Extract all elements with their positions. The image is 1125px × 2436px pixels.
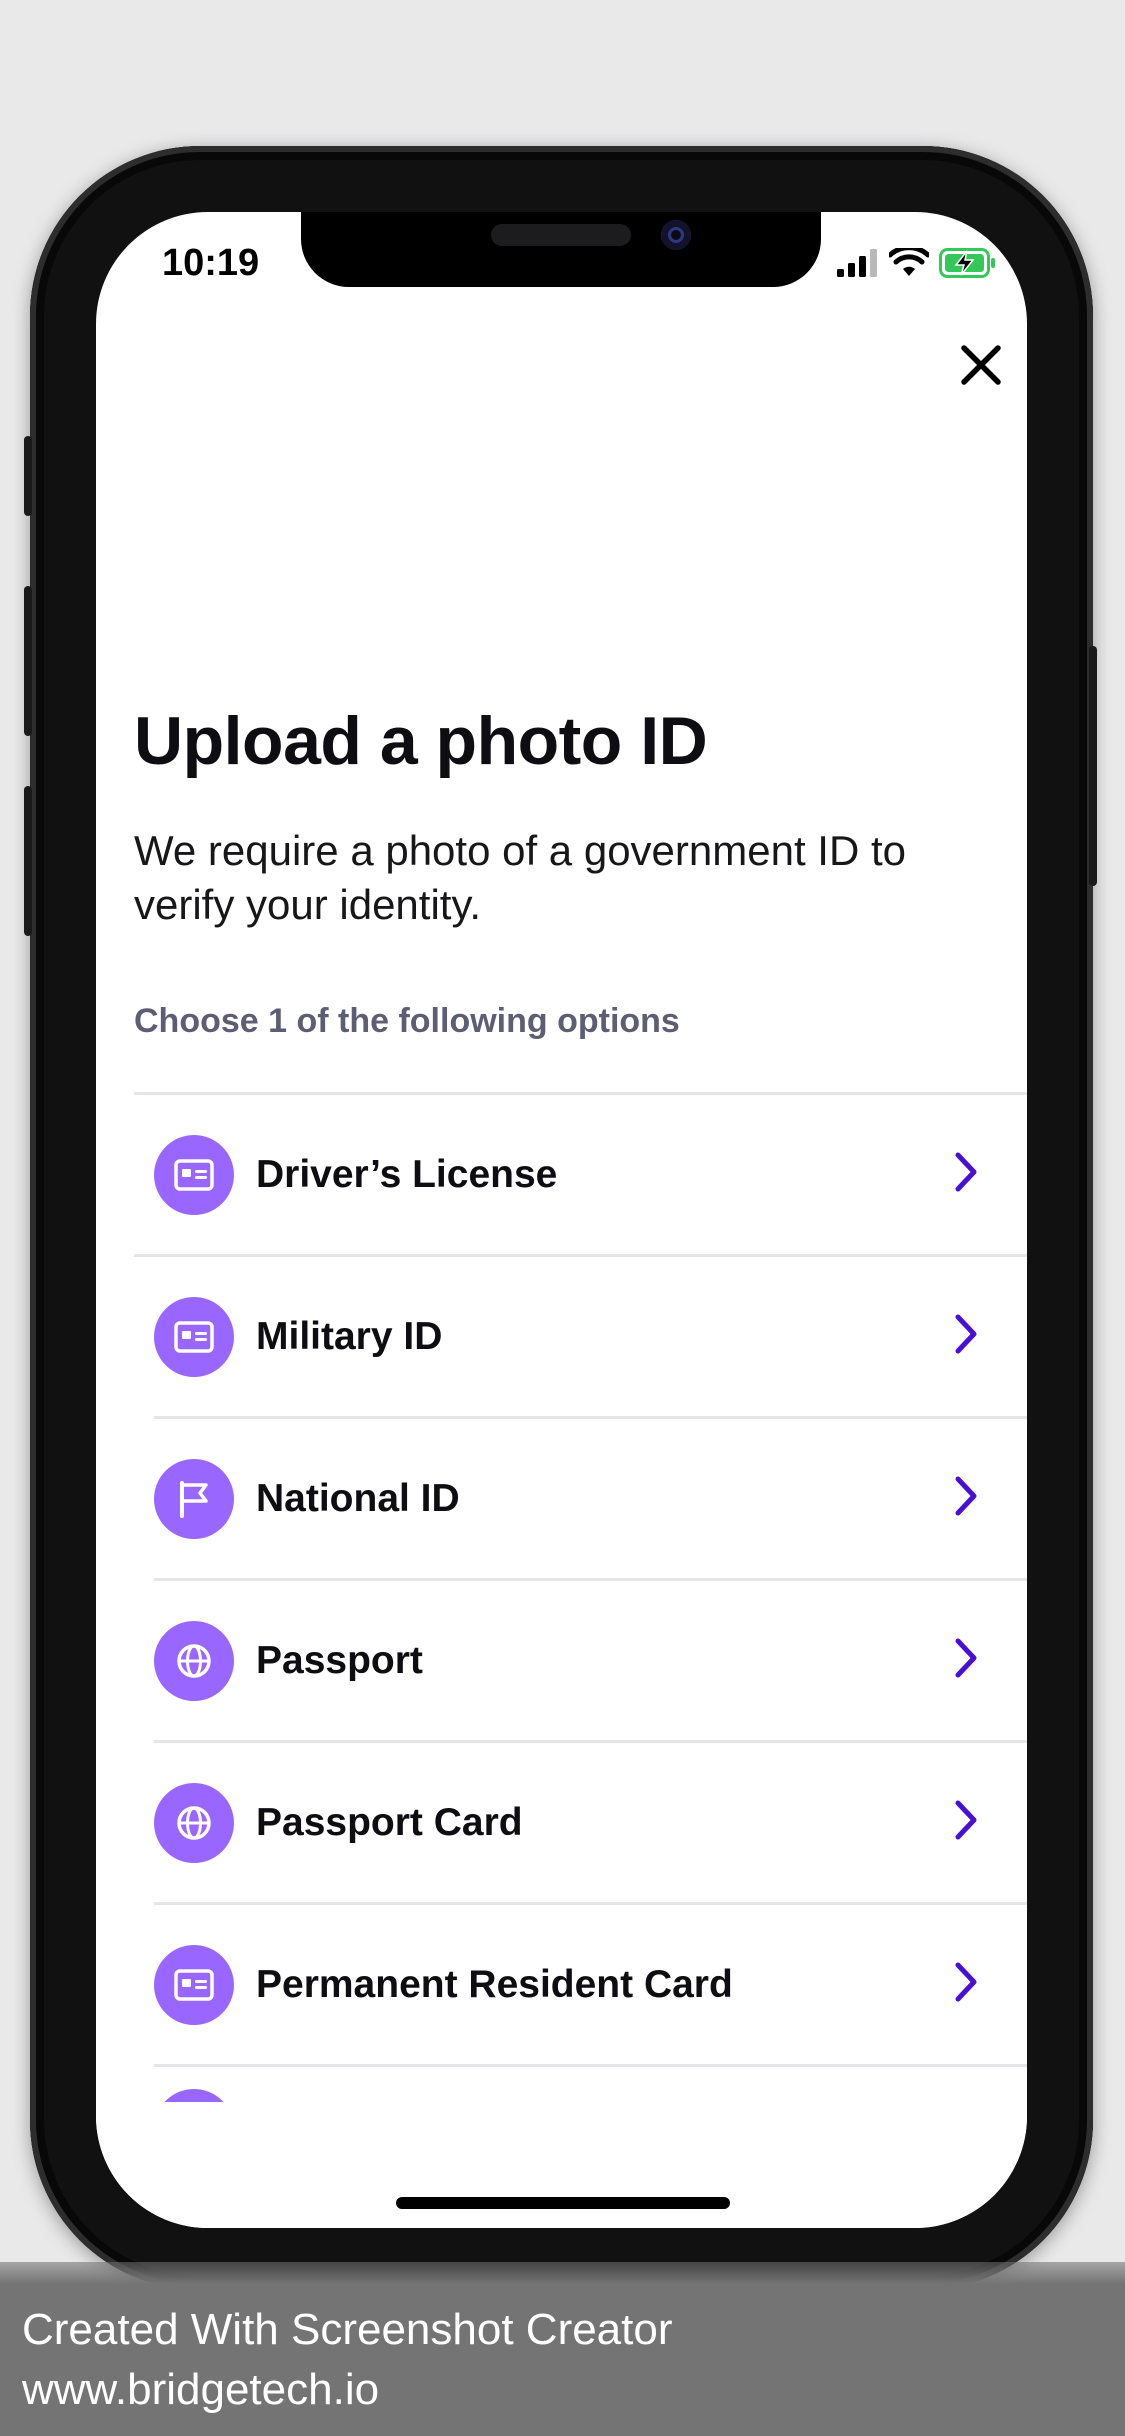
list-bottom-cutoff (96, 2102, 1027, 2228)
chevron-right-icon (955, 1476, 977, 1516)
notch (301, 212, 821, 287)
option-permanent-resident-card[interactable]: Permanent Resident Card (154, 1905, 1027, 2067)
close-icon (961, 345, 1001, 385)
option-label: Military ID (256, 1314, 443, 1358)
close-button[interactable] (958, 342, 1004, 388)
watermark-text: Created With Screenshot Creator www.brid… (22, 2300, 673, 2420)
id-options-list: Driver’s License Military ID National ID… (134, 1092, 1027, 2067)
option-passport[interactable]: Passport (154, 1581, 1027, 1743)
front-camera (661, 220, 691, 250)
wifi-icon (889, 248, 929, 276)
page-title: Upload a photo ID (134, 703, 708, 779)
power-button (1089, 646, 1097, 886)
id-card-icon (174, 1158, 214, 1191)
option-label: National ID (256, 1476, 460, 1520)
chevron-right-icon (955, 1962, 977, 2002)
chevron-right-icon (955, 1314, 977, 1354)
option-label: Permanent Resident Card (256, 1962, 733, 2006)
option-label: Passport Card (256, 1800, 523, 1844)
option-icon-badge (154, 1134, 234, 1215)
option-icon-badge (154, 1296, 234, 1377)
flag-icon (180, 1480, 208, 1518)
option-label: Driver’s License (256, 1152, 558, 1196)
mute-switch (24, 436, 32, 516)
option-icon-badge (154, 1782, 234, 1863)
chevron-right-icon (955, 1800, 977, 1840)
page-description: We require a photo of a government ID to… (134, 827, 906, 928)
options-heading: Choose 1 of the following options (134, 1002, 680, 1040)
volume-down-button (24, 786, 32, 936)
battery-charging-icon (939, 248, 995, 278)
watermark-line-1: Created With Screenshot Creator (22, 2305, 673, 2354)
option-icon-badge (154, 1458, 234, 1539)
watermark-line-2: www.bridgetech.io (22, 2365, 380, 2414)
cellular-signal-icon (837, 249, 877, 277)
option-passport-card[interactable]: Passport Card (154, 1743, 1027, 1905)
option-label: Passport (256, 1638, 423, 1682)
volume-up-button (24, 586, 32, 736)
option-military-id[interactable]: Military ID (154, 1257, 1027, 1419)
speaker-grille (491, 224, 631, 246)
option-national-id[interactable]: National ID (154, 1419, 1027, 1581)
option-drivers-license[interactable]: Driver’s License (134, 1095, 1027, 1257)
id-card-icon (174, 1968, 214, 2001)
option-icon-badge (154, 1620, 234, 1701)
globe-icon (177, 1805, 211, 1840)
phone-screen: 10:19 Upload a photo ID We require a pho… (96, 212, 1027, 2228)
home-indicator[interactable] (396, 2197, 730, 2209)
globe-icon (177, 1643, 211, 1678)
chevron-right-icon (955, 1638, 977, 1678)
watermark-banner: Created With Screenshot Creator www.brid… (0, 2262, 1125, 2436)
status-time: 10:19 (162, 242, 260, 284)
chevron-right-icon (955, 1152, 977, 1192)
option-icon-badge (154, 1944, 234, 2025)
id-card-icon (174, 1320, 214, 1353)
status-icons (837, 248, 997, 278)
